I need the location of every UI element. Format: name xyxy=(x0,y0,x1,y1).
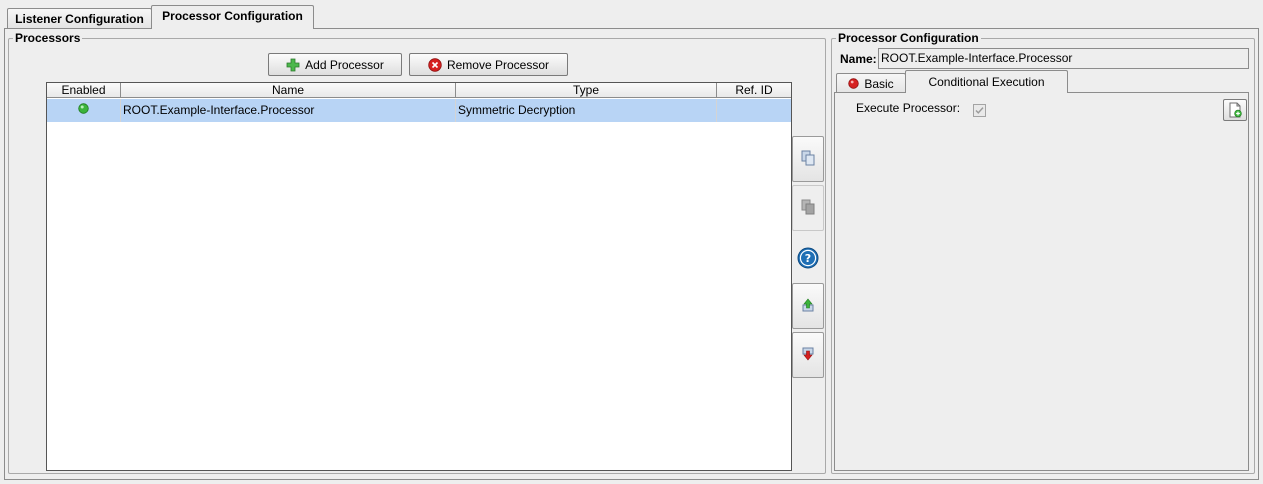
help-icon: ? xyxy=(797,247,819,272)
move-down-button[interactable] xyxy=(792,332,824,378)
processor-name-field[interactable]: ROOT.Example-Interface.Processor xyxy=(878,48,1249,69)
column-header-enabled[interactable]: Enabled xyxy=(47,83,121,98)
tab-label: Conditional Execution xyxy=(928,75,1045,89)
plus-icon xyxy=(286,58,300,72)
execute-processor-checkbox[interactable] xyxy=(973,104,986,117)
ref-id-cell[interactable] xyxy=(717,99,791,122)
copy-button[interactable] xyxy=(792,136,824,182)
help-button[interactable]: ? xyxy=(797,247,819,269)
copy-icon xyxy=(800,150,816,169)
add-condition-button[interactable] xyxy=(1223,99,1247,121)
conditional-execution-panel xyxy=(834,92,1249,471)
enabled-cell[interactable] xyxy=(47,99,121,122)
move-up-button[interactable] xyxy=(792,283,824,329)
add-processor-label: Add Processor xyxy=(305,57,384,72)
type-cell[interactable]: Symmetric Decryption xyxy=(456,99,717,122)
svg-text:?: ? xyxy=(805,252,811,265)
table-header: Enabled Name Type Ref. ID xyxy=(47,83,791,98)
execute-processor-label: Execute Processor: xyxy=(856,101,961,115)
paste-button[interactable] xyxy=(792,185,824,231)
column-header-ref-id[interactable]: Ref. ID xyxy=(717,83,791,98)
error-icon xyxy=(848,78,860,89)
tab-conditional-execution[interactable]: Conditional Execution xyxy=(905,70,1068,93)
name-cell[interactable]: ROOT.Example-Interface.Processor xyxy=(121,99,456,122)
paste-icon xyxy=(800,199,816,218)
column-header-name[interactable]: Name xyxy=(121,83,456,98)
table-row[interactable]: ROOT.Example-Interface.Processor Symmetr… xyxy=(47,99,791,122)
remove-processor-button[interactable]: Remove Processor xyxy=(409,53,568,76)
processors-title: Processors xyxy=(13,31,83,45)
processors-table: Enabled Name Type Ref. ID ROOT.Example-I… xyxy=(46,82,792,471)
processor-config-title: Processor Configuration xyxy=(836,31,981,45)
column-header-type[interactable]: Type xyxy=(456,83,717,98)
remove-icon xyxy=(428,57,442,72)
name-label: Name: xyxy=(840,52,877,66)
add-processor-button[interactable]: Add Processor xyxy=(268,53,402,76)
new-document-icon xyxy=(1227,102,1243,118)
tab-label: Basic xyxy=(864,76,894,91)
move-down-icon xyxy=(800,346,816,365)
remove-processor-label: Remove Processor xyxy=(446,57,550,72)
checkmark-icon xyxy=(975,107,984,114)
move-up-icon xyxy=(800,297,816,316)
tab-basic[interactable]: Basic xyxy=(836,73,906,93)
enabled-status-icon xyxy=(78,102,89,114)
